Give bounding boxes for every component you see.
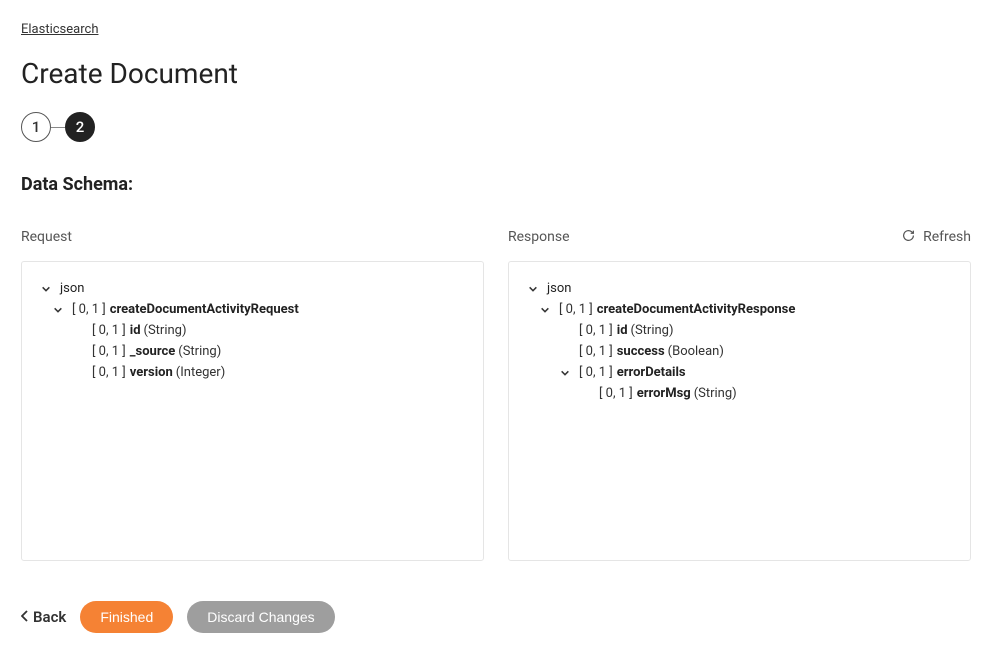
tree-node: [ 0, 1 ] id (String) — [527, 320, 952, 341]
section-title: Data Schema: — [21, 174, 971, 195]
schema-row: Request json [ 0, 1 ] createDocumentActiv… — [21, 225, 971, 561]
step-1[interactable]: 1 — [21, 112, 51, 142]
footer-bar: Back Finished Discard Changes — [21, 601, 971, 633]
node-type: (String) — [144, 323, 187, 338]
back-label: Back — [33, 608, 66, 626]
request-column: Request json [ 0, 1 ] createDocumentActiv… — [21, 225, 484, 561]
node-name: id — [617, 323, 628, 338]
cardinality: [ 0, 1 ] — [559, 302, 593, 317]
finished-button[interactable]: Finished — [80, 601, 173, 633]
node-name: errorMsg — [637, 386, 691, 401]
request-panel: json [ 0, 1 ] createDocumentActivityReque… — [21, 261, 484, 561]
tree-node: [ 0, 1 ] errorDetails — [527, 362, 952, 383]
response-label: Response — [508, 229, 570, 245]
discard-button[interactable]: Discard Changes — [187, 601, 334, 633]
step-connector — [51, 127, 65, 128]
tree-node: [ 0, 1 ] success (Boolean) — [527, 341, 952, 362]
node-name: json — [60, 281, 84, 296]
cardinality: [ 0, 1 ] — [579, 365, 613, 380]
page-title: Create Document — [21, 57, 971, 90]
tree-node: [ 0, 1 ] id (String) — [40, 320, 465, 341]
chevron-down-icon[interactable] — [527, 283, 539, 295]
tree-node: [ 0, 1 ] _source (String) — [40, 341, 465, 362]
node-name: errorDetails — [617, 365, 686, 380]
stepper: 1 2 — [21, 112, 971, 142]
cardinality: [ 0, 1 ] — [599, 386, 633, 401]
refresh-icon — [902, 229, 915, 246]
node-name: _source — [130, 344, 176, 359]
node-type: (String) — [178, 344, 221, 359]
node-type: (Integer) — [176, 365, 225, 380]
chevron-down-icon[interactable] — [40, 283, 52, 295]
refresh-label: Refresh — [923, 229, 971, 245]
cardinality: [ 0, 1 ] — [72, 302, 106, 317]
cardinality: [ 0, 1 ] — [579, 344, 613, 359]
refresh-button[interactable]: Refresh — [902, 229, 971, 246]
chevron-down-icon[interactable] — [52, 304, 64, 316]
tree-node: [ 0, 1 ] version (Integer) — [40, 362, 465, 383]
response-column: Response Refresh json [ 0, 1 ] createDocu… — [508, 225, 971, 561]
tree-node: json — [40, 278, 465, 299]
chevron-left-icon — [21, 608, 29, 626]
chevron-down-icon[interactable] — [559, 367, 571, 379]
cardinality: [ 0, 1 ] — [92, 365, 126, 380]
back-button[interactable]: Back — [21, 608, 66, 626]
node-name: version — [130, 365, 173, 380]
cardinality: [ 0, 1 ] — [92, 323, 126, 338]
tree-node: [ 0, 1 ] createDocumentActivityRequest — [40, 299, 465, 320]
step-2[interactable]: 2 — [65, 112, 95, 142]
node-type: (String) — [631, 323, 674, 338]
chevron-down-icon[interactable] — [539, 304, 551, 316]
cardinality: [ 0, 1 ] — [579, 323, 613, 338]
response-panel: json [ 0, 1 ] createDocumentActivityRespo… — [508, 261, 971, 561]
node-name: createDocumentActivityResponse — [597, 302, 796, 317]
cardinality: [ 0, 1 ] — [92, 344, 126, 359]
node-name: json — [547, 281, 571, 296]
tree-node: json — [527, 278, 952, 299]
node-name: success — [617, 344, 665, 359]
node-name: id — [130, 323, 141, 338]
request-label: Request — [21, 229, 72, 245]
breadcrumb-link[interactable]: Elasticsearch — [21, 22, 98, 37]
node-name: createDocumentActivityRequest — [110, 302, 299, 317]
tree-node: [ 0, 1 ] errorMsg (String) — [527, 383, 952, 404]
tree-node: [ 0, 1 ] createDocumentActivityResponse — [527, 299, 952, 320]
node-type: (Boolean) — [668, 344, 724, 359]
node-type: (String) — [694, 386, 737, 401]
